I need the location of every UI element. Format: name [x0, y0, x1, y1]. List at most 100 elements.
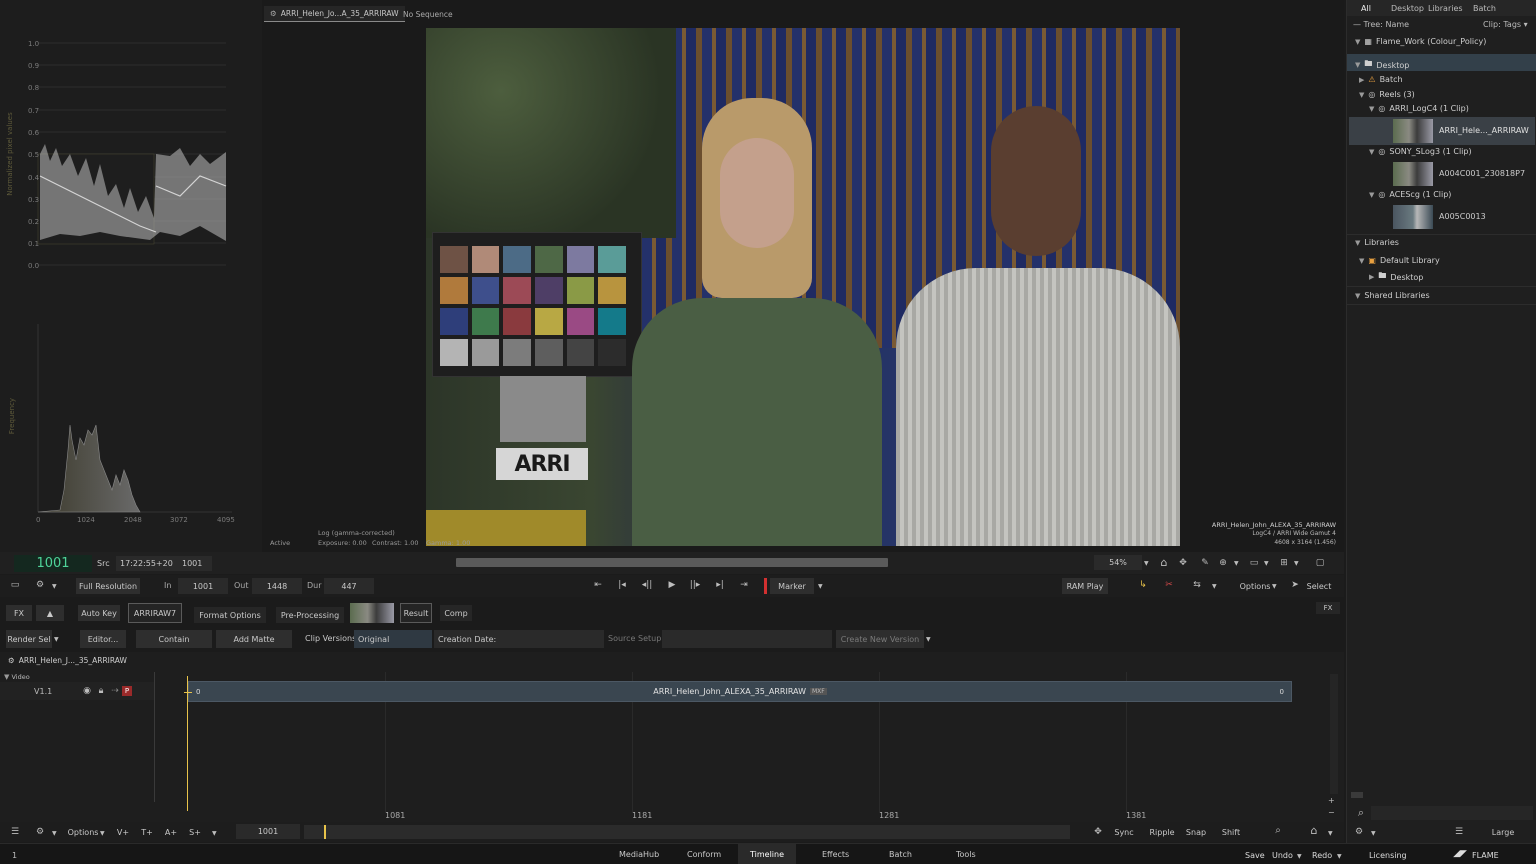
auto-key-button[interactable]: Auto Key [78, 605, 120, 621]
chevron-down-icon[interactable]: ▼ [52, 582, 57, 592]
target-icon[interactable]: ⊕ [1217, 558, 1229, 568]
sync-icon[interactable]: ✥ [1092, 827, 1104, 837]
search-icon[interactable]: ⌕ [1272, 826, 1284, 836]
shift-button[interactable]: Shift [1216, 825, 1246, 839]
result-tab[interactable]: Result [400, 603, 432, 623]
split-icon[interactable]: ⊞ [1278, 558, 1290, 568]
pre-processing-tab[interactable]: Pre-Processing [276, 607, 344, 623]
ram-play-button[interactable]: RAM Play [1062, 578, 1108, 594]
chevron-down-icon[interactable]: ▼ [926, 635, 931, 645]
timeline-scroll-bar[interactable] [304, 825, 1070, 839]
licensing-button[interactable]: Licensing [1369, 851, 1407, 860]
view-size-button[interactable]: Large [1483, 825, 1523, 839]
tab-tools[interactable]: Tools [956, 850, 976, 859]
tree-libraries[interactable]: ▼ Libraries [1355, 238, 1399, 247]
display-icon[interactable]: ▭ [1248, 558, 1260, 568]
cursor-icon[interactable]: ➤ [1290, 580, 1300, 590]
current-frame-display[interactable]: 1001 [14, 555, 92, 572]
search-icon[interactable]: ⌕ [1355, 807, 1367, 818]
tree-desktop[interactable]: ▼ 🖿︎ Desktop [1355, 58, 1409, 72]
chevron-down-icon[interactable]: ▼ [1144, 559, 1149, 569]
tree-sort-label[interactable]: — Tree: Name [1353, 20, 1409, 29]
tab-batch[interactable]: Batch [889, 850, 912, 859]
p-badge[interactable]: P [122, 686, 132, 696]
contain-button[interactable]: Contain [136, 630, 212, 648]
sync-button[interactable]: Sync [1110, 825, 1138, 839]
create-new-version-button[interactable]: Create New Version [836, 630, 924, 648]
chevron-down-icon[interactable]: ▼ [100, 829, 105, 839]
video-group-label[interactable]: ▼ Video [4, 673, 30, 681]
tree-reel-arri[interactable]: ▼ ◎ ARRI_LogC4 (1 Clip) [1369, 104, 1469, 113]
tab-mediahub[interactable]: MediaHub [619, 850, 659, 859]
chevron-down-icon[interactable]: ▼ [212, 829, 217, 839]
eyedropper-icon[interactable]: ✎ [1199, 558, 1211, 568]
tree-batch[interactable]: ▶ ⚠︎ Batch [1359, 75, 1403, 84]
gear-icon[interactable]: ⚙ [34, 580, 46, 590]
clip-row[interactable]: A004C001_230818P7 [1349, 160, 1535, 188]
playhead-line[interactable] [187, 676, 188, 811]
timeline-scrollbar[interactable] [1330, 674, 1338, 794]
fx-button[interactable]: FX [6, 605, 32, 621]
step-back-icon[interactable]: ◂|| [640, 580, 654, 590]
image-icon[interactable]: ▲ [36, 605, 64, 621]
move-icon[interactable]: ✥ [1177, 558, 1189, 568]
tree-reel-sony[interactable]: ▼ ◎ SONY_SLog3 (1 Clip) [1369, 147, 1472, 156]
ripple-button[interactable]: Ripple [1146, 825, 1178, 839]
clip-versions-select[interactable]: Original [354, 630, 432, 648]
home-icon[interactable]: ⌂ [1158, 557, 1170, 568]
chevron-down-icon[interactable]: ▼ [1212, 582, 1217, 592]
lock-icon[interactable]: 🔒︎ [96, 686, 106, 696]
comp-tab[interactable]: Comp [440, 605, 472, 621]
chevron-down-icon[interactable]: ▼ [1371, 829, 1376, 839]
source-setup-field[interactable] [662, 630, 832, 648]
dur-field[interactable]: 447 [324, 578, 374, 594]
patch-icon[interactable]: ⇢ [110, 686, 120, 696]
timeline-segment[interactable]: 0 ARRI_Helen_John_ALEXA_35_ARRIRAW MXF 0 [188, 681, 1292, 702]
library-tab-batch[interactable]: Batch [1473, 4, 1496, 13]
in-field[interactable]: 1001 [178, 578, 228, 594]
tree-workspace[interactable]: ▼ ▦ Flame_Work (Colour_Policy) [1355, 37, 1486, 46]
gear-icon[interactable]: ⚙ [34, 827, 46, 837]
library-tab-all[interactable]: All [1361, 4, 1371, 13]
tree-default-library[interactable]: ▼ ▣ Default Library [1359, 256, 1440, 265]
clip-row-selected[interactable]: ARRI_Hele..._ARRIRAW [1349, 117, 1535, 145]
next-mark-icon[interactable]: ▸| [714, 580, 726, 590]
viewer-mode-icon[interactable]: ▭ [8, 580, 22, 590]
t-plus-button[interactable]: T+ [138, 825, 156, 839]
chevron-down-icon[interactable]: ▼ [1272, 582, 1277, 592]
clip-row[interactable]: A005C0013 [1349, 203, 1535, 231]
library-search-input[interactable] [1371, 806, 1533, 820]
chevron-down-icon[interactable]: ▼ [1234, 559, 1239, 569]
track-name[interactable]: V1.1 [34, 687, 52, 696]
resolution-button[interactable]: Full Resolution [76, 578, 140, 594]
arriraw-tab[interactable]: ARRIRAW7 [128, 603, 182, 623]
fullscreen-icon[interactable]: ▢ [1314, 558, 1326, 568]
a-plus-button[interactable]: A+ [162, 825, 180, 839]
chevron-down-icon[interactable]: ▼ [52, 829, 57, 839]
format-options-tab[interactable]: Format Options [194, 607, 266, 623]
render-sel-button[interactable]: Render Sel [6, 630, 52, 648]
redo-button[interactable]: Redo [1312, 851, 1332, 860]
clip-sort-label[interactable]: Clip: Tags ▾ [1483, 20, 1528, 29]
undo-button[interactable]: Undo [1272, 851, 1293, 860]
viewer-tab-clip[interactable]: ⚙ ARRI_Helen_Jo...A_35_ARRIRAW [264, 6, 405, 22]
timecode-field[interactable]: 17:22:55+20 [116, 556, 178, 571]
snap-button[interactable]: Snap [1182, 825, 1210, 839]
zoom-field[interactable]: 54% [1094, 555, 1142, 570]
play-icon[interactable]: ▶ [666, 580, 678, 590]
zoom-in-icon[interactable]: + [1328, 796, 1335, 806]
list-view-icon[interactable]: ☰ [1453, 827, 1465, 837]
previous-mark-icon[interactable]: |◂ [616, 580, 628, 590]
tree-shared-libraries[interactable]: ▼ Shared Libraries [1355, 291, 1430, 300]
scrub-bar[interactable] [456, 558, 888, 567]
tab-effects[interactable]: Effects [822, 850, 849, 859]
timeline-frame-field[interactable]: 1001 [236, 824, 300, 839]
track-view-icon[interactable]: ☰ [8, 827, 22, 837]
tab-timeline[interactable]: Timeline [738, 844, 796, 864]
tree-lib-desktop[interactable]: ▶ 🖿︎ Desktop [1369, 270, 1423, 284]
library-tab-desktop[interactable]: Desktop [1391, 4, 1424, 13]
tree-reel-aces[interactable]: ▼ ◎ ACEScg (1 Clip) [1369, 190, 1451, 199]
gear-icon[interactable]: ⚙ [1353, 827, 1365, 837]
out-field[interactable]: 1448 [252, 578, 302, 594]
overwrite-icon[interactable]: ⇆ [1190, 580, 1204, 590]
